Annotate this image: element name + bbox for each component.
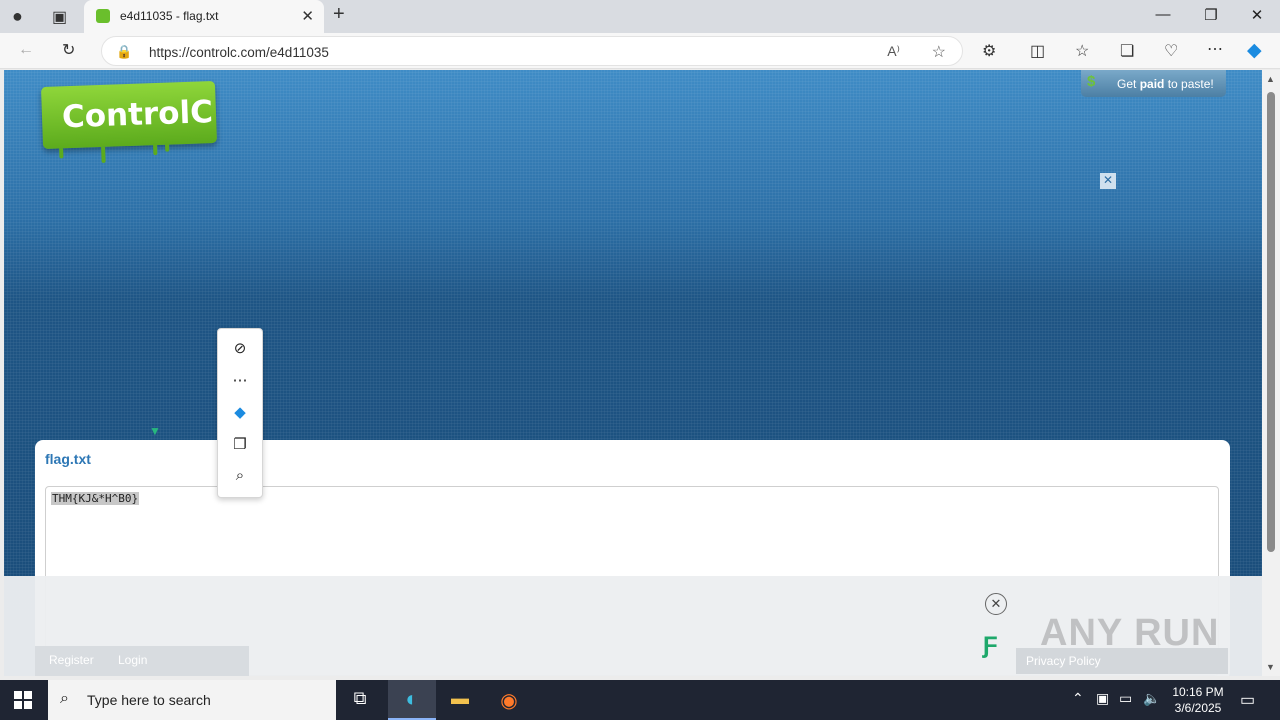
taskbar-clock[interactable]: 10:16 PM 3/6/2025 — [1160, 684, 1236, 716]
url-text[interactable]: https://controlc.com/e4d11035 — [149, 45, 329, 60]
page-scrollbar[interactable]: ▲ ▼ — [1262, 70, 1280, 676]
login-link[interactable]: Login — [118, 653, 147, 667]
search-icon: ⌕ — [60, 690, 69, 707]
tab-strip: ● ▣ e4d11035 - flag.txt ✕ + — ❐ ✕ — [0, 0, 1280, 33]
network-icon[interactable]: ▭ — [1119, 690, 1132, 707]
selection-mini-menu: ⊘ ⋯ ◆ ❐ ⌕ — [217, 328, 263, 498]
scroll-up-icon[interactable]: ▲ — [1266, 74, 1275, 84]
get-paid-text: Get paid to paste! — [1117, 77, 1214, 91]
lock-icon: 🔒 — [116, 44, 133, 59]
tab-active[interactable]: e4d11035 - flag.txt ✕ — [84, 0, 324, 33]
ad-close-icon[interactable]: ✕ — [1100, 173, 1116, 189]
logo-drip — [164, 142, 170, 152]
url-field[interactable]: 🔒 https://controlc.com/e4d11035 A⁾ ☆ — [101, 36, 963, 66]
scroll-thumb[interactable] — [1267, 92, 1275, 552]
collections-icon[interactable]: ❏ — [1120, 41, 1134, 61]
clock-time: 10:16 PM — [1172, 685, 1224, 699]
anyrun-watermark: ANY RUN — [1040, 612, 1220, 654]
refresh-icon[interactable]: ↻ — [62, 40, 75, 60]
logo-drip — [59, 148, 64, 159]
search-icon[interactable]: ⌕ — [218, 467, 262, 484]
get-paid-prefix: Get — [1117, 77, 1140, 91]
file-explorer-icon[interactable]: ▬ — [447, 688, 473, 712]
start-button[interactable] — [14, 691, 32, 709]
minimize-button[interactable]: — — [1148, 6, 1178, 23]
edge-icon: ◐ — [405, 686, 419, 711]
restore-button[interactable]: ❐ — [1196, 6, 1226, 24]
clock-date: 3/6/2025 — [1174, 701, 1222, 715]
back-icon[interactable]: ← — [18, 41, 34, 59]
tray-device-icon[interactable]: ▣ — [1096, 690, 1109, 707]
new-tab-button[interactable]: + — [333, 3, 345, 26]
paste-file-name: flag.txt — [45, 451, 91, 467]
settings-more-icon[interactable]: ⋯ — [1207, 39, 1223, 59]
tab-close-icon[interactable]: ✕ — [301, 7, 314, 25]
firefox-icon[interactable]: ◉ — [496, 688, 522, 712]
edge-taskbar-button[interactable]: ◐ — [388, 680, 436, 720]
favorites-icon[interactable]: ☆ — [1075, 41, 1089, 61]
volume-icon[interactable]: 🔈 — [1143, 690, 1160, 707]
profile-icon[interactable]: ● — [12, 6, 23, 27]
freshworks-icon[interactable]: Ƒ — [983, 632, 998, 660]
logo-text: ControlC — [61, 94, 214, 136]
windows-taskbar: ⌕ Type here to search ⧉ ◐ ▬ ◉ ⌃ ▣ ▭ 🔈 10… — [0, 680, 1280, 720]
paste-content-text[interactable]: THM{KJ&*H^B0} — [51, 492, 140, 505]
copilot-icon[interactable]: ◆ — [218, 403, 262, 421]
tab-title: e4d11035 - flag.txt — [120, 9, 219, 23]
close-window-button[interactable]: ✕ — [1242, 6, 1272, 24]
taskbar-search-placeholder: Type here to search — [87, 692, 211, 708]
tray-chevron-icon[interactable]: ⌃ — [1072, 690, 1084, 707]
notifications-icon[interactable]: ▭ — [1240, 690, 1255, 710]
task-view-icon[interactable]: ⧉ — [347, 688, 373, 712]
get-paid-bold: paid — [1139, 77, 1165, 91]
performance-icon[interactable]: ♡ — [1164, 41, 1178, 61]
read-aloud-icon[interactable]: A⁾ — [887, 43, 900, 60]
controlc-logo[interactable]: ControlC — [40, 80, 218, 163]
split-screen-icon[interactable]: ◫ — [1030, 41, 1045, 61]
extensions-icon[interactable]: ⚙ — [982, 41, 996, 61]
dollar-icon: $ — [1087, 73, 1096, 90]
taskbar-search[interactable]: ⌕ Type here to search — [48, 680, 336, 720]
get-paid-suffix: to paste! — [1164, 77, 1214, 91]
hide-icon[interactable]: ⊘ — [218, 339, 262, 357]
logo-drip — [152, 143, 158, 156]
more-icon[interactable]: ⋯ — [218, 371, 262, 389]
favicon-icon — [96, 9, 110, 23]
copy-icon[interactable]: ❐ — [218, 435, 262, 453]
favorite-star-icon[interactable]: ☆ — [932, 42, 946, 62]
address-bar-row: ← ↻ 🔒 https://controlc.com/e4d11035 A⁾ ☆… — [0, 33, 1280, 69]
freshworks-small-icon: ▼ — [149, 424, 161, 438]
tab-actions-icon[interactable]: ▣ — [52, 7, 67, 27]
copilot-icon[interactable]: ◆ — [1247, 39, 1262, 62]
logo-drip — [101, 146, 106, 163]
scroll-down-icon[interactable]: ▼ — [1266, 662, 1275, 672]
get-paid-banner[interactable]: $ Get paid to paste! — [1081, 70, 1226, 97]
register-link[interactable]: Register — [49, 653, 94, 667]
overlay-close-icon[interactable]: ✕ — [985, 593, 1007, 615]
